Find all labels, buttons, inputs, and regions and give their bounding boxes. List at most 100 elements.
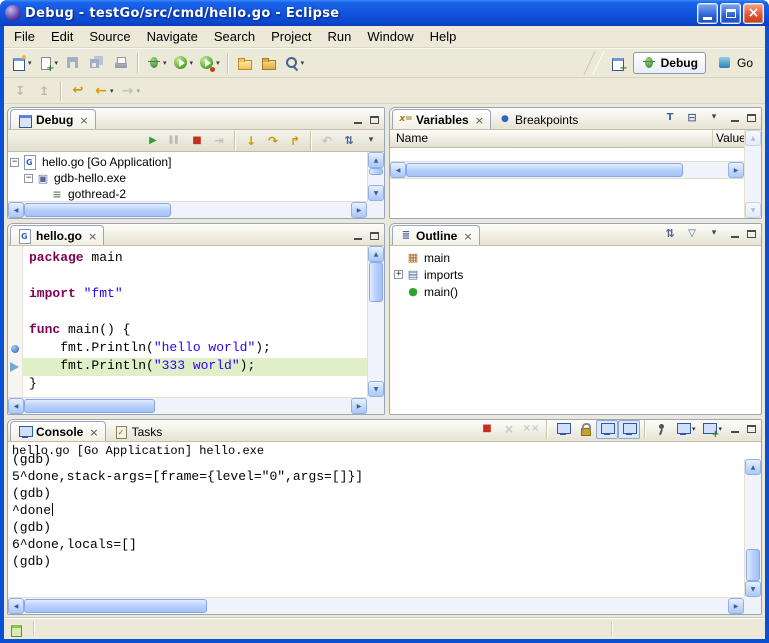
- ruler-row[interactable]: [8, 286, 22, 304]
- close-icon[interactable]: [463, 229, 472, 243]
- tab-variables[interactable]: x=Variables: [392, 109, 491, 129]
- back-dropdown-icon[interactable]: ▾: [110, 87, 114, 95]
- ruler-row[interactable]: [8, 340, 22, 358]
- display-selected-console-dropdown-icon[interactable]: ▾: [692, 425, 696, 433]
- close-icon[interactable]: [79, 113, 88, 127]
- ruler-row[interactable]: [8, 376, 22, 394]
- menu-navigate[interactable]: Navigate: [139, 26, 206, 47]
- outline-list[interactable]: ▦main▤imports●main(): [390, 246, 761, 303]
- open-resource-button[interactable]: [257, 51, 281, 75]
- new-go-element-button[interactable]: ▾: [35, 51, 62, 75]
- debug-tree[interactable]: hello.go [Go Application]▣gdb-hello.exe≡…: [8, 152, 367, 201]
- close-button[interactable]: [743, 3, 764, 24]
- console-output[interactable]: (gdb)5^done,stack-args=[frame={level="0"…: [8, 452, 744, 597]
- maximize-view-button[interactable]: [744, 111, 759, 125]
- ruler-row[interactable]: [8, 250, 22, 268]
- scroll-up-icon[interactable]: [368, 246, 384, 262]
- new-wizard-dropdown-icon[interactable]: ▾: [28, 59, 32, 67]
- step-into-button[interactable]: ↓: [240, 131, 262, 150]
- close-icon[interactable]: [89, 425, 98, 439]
- fast-view-icon[interactable]: [9, 621, 25, 637]
- scroll-right-icon[interactable]: [728, 162, 744, 178]
- menu-run[interactable]: Run: [320, 26, 360, 47]
- minimize-view-button[interactable]: [727, 422, 742, 436]
- console-hscrollbar[interactable]: [8, 597, 744, 614]
- editor-vscrollbar[interactable]: [367, 246, 384, 397]
- expander-icon[interactable]: [10, 158, 19, 167]
- scroll-left-icon[interactable]: [8, 398, 24, 414]
- show-console-on-stderr-button[interactable]: [618, 420, 640, 439]
- scroll-thumb[interactable]: [746, 549, 760, 581]
- scroll-down-icon[interactable]: [745, 581, 761, 597]
- scroll-lock-button[interactable]: [574, 420, 596, 439]
- scroll-left-icon[interactable]: [8, 202, 24, 218]
- perspective-go-button[interactable]: Go: [709, 52, 761, 74]
- scroll-thumb[interactable]: [406, 163, 683, 177]
- close-icon[interactable]: [88, 229, 97, 243]
- menu-help[interactable]: Help: [422, 26, 465, 47]
- console-vscrollbar[interactable]: [744, 459, 761, 597]
- variables-table[interactable]: [390, 148, 744, 161]
- variables-column-header[interactable]: Name Value: [390, 130, 744, 148]
- search-button[interactable]: ▾: [281, 51, 308, 75]
- close-icon[interactable]: [475, 113, 484, 127]
- minimize-view-button[interactable]: [727, 227, 742, 241]
- collapse-all-button[interactable]: ⊟: [681, 108, 703, 127]
- ruler-row[interactable]: [8, 358, 22, 376]
- minimize-view-button[interactable]: [727, 111, 742, 125]
- scroll-thumb[interactable]: [24, 203, 171, 217]
- print-button[interactable]: [109, 51, 133, 75]
- new-wizard-button[interactable]: ▾: [8, 51, 35, 75]
- use-step-filters-button[interactable]: ⇅: [338, 131, 360, 150]
- expander-icon[interactable]: [24, 174, 33, 183]
- scroll-up-icon[interactable]: [368, 152, 384, 168]
- outline-item[interactable]: ●main(): [392, 283, 759, 300]
- maximize-view-button[interactable]: [367, 113, 382, 127]
- scroll-thumb[interactable]: [369, 168, 383, 175]
- maximize-view-button[interactable]: [744, 227, 759, 241]
- outline-item[interactable]: ▤imports: [392, 266, 759, 283]
- filter-button[interactable]: ▽: [681, 224, 703, 243]
- ruler-row[interactable]: [8, 322, 22, 340]
- code-line[interactable]: [23, 304, 367, 322]
- scroll-thumb[interactable]: [369, 262, 383, 302]
- maximize-button[interactable]: [720, 3, 741, 24]
- external-tools-dropdown-icon[interactable]: ▾: [216, 59, 220, 67]
- pin-console-button[interactable]: [650, 420, 672, 439]
- editor-ruler[interactable]: [8, 246, 23, 397]
- menu-project[interactable]: Project: [263, 26, 319, 47]
- editor-hscrollbar[interactable]: [8, 397, 367, 414]
- outline-item[interactable]: ▦main: [392, 249, 759, 266]
- scroll-up-icon[interactable]: [745, 459, 761, 475]
- scroll-right-icon[interactable]: [351, 398, 367, 414]
- scroll-thumb[interactable]: [24, 599, 207, 613]
- view-menu-button[interactable]: ▾: [703, 224, 725, 243]
- column-name[interactable]: Name: [390, 130, 713, 147]
- scroll-down-icon[interactable]: [368, 381, 384, 397]
- show-console-on-stdout-button[interactable]: [596, 420, 618, 439]
- last-edit-location-button[interactable]: ↩: [66, 79, 90, 103]
- scroll-right-icon[interactable]: [351, 202, 367, 218]
- search-dropdown-icon[interactable]: ▾: [301, 59, 305, 67]
- code-line[interactable]: fmt.Println("hello world");: [23, 340, 367, 358]
- open-console-button[interactable]: ▾: [698, 420, 725, 439]
- code-line[interactable]: [23, 268, 367, 286]
- terminate-button[interactable]: ■: [476, 420, 498, 439]
- display-selected-console-button[interactable]: ▾: [672, 420, 699, 439]
- scroll-left-icon[interactable]: [8, 598, 24, 614]
- sort-button[interactable]: ⇅: [659, 224, 681, 243]
- terminate-button[interactable]: ■: [186, 131, 208, 150]
- variables-vscrollbar[interactable]: [744, 130, 761, 218]
- resume-button[interactable]: ▶: [142, 131, 164, 150]
- tab-hello-go[interactable]: hello.go: [10, 225, 104, 245]
- debug-tree-item[interactable]: ▣gdb-hello.exe: [8, 170, 367, 186]
- menu-edit[interactable]: Edit: [43, 26, 81, 47]
- debug-tree-item[interactable]: ≡gothread-2: [8, 186, 367, 201]
- perspective-debug-button[interactable]: Debug: [633, 52, 706, 74]
- debug-hscrollbar[interactable]: [8, 201, 367, 218]
- view-menu-button[interactable]: ▾: [703, 108, 725, 127]
- run-dropdown-icon[interactable]: ▾: [190, 59, 194, 67]
- ruler-row[interactable]: [8, 304, 22, 322]
- show-type-names-button[interactable]: T: [659, 108, 681, 127]
- editor-code[interactable]: package main import "fmt" func main() { …: [23, 246, 367, 397]
